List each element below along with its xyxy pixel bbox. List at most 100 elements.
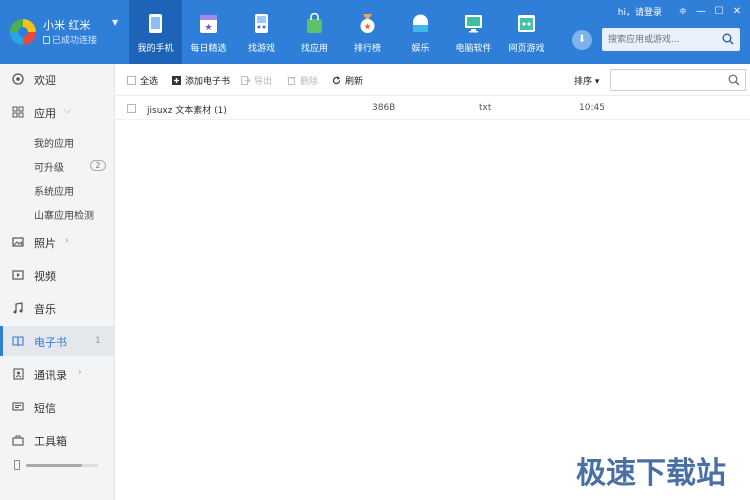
nav-label: 每日精选: [190, 44, 227, 54]
select-all-button[interactable]: 全选: [127, 74, 158, 87]
sidebar-item-label: 通讯录: [34, 369, 67, 382]
main-panel: 全选 添加电子书 导出 删除 刷新 排序 ▾ jisuxz 文本素材 (1) 3…: [114, 64, 750, 500]
export-button[interactable]: 导出: [241, 74, 272, 87]
nav-label: 网页游戏: [508, 44, 545, 54]
ebook-search-box: [610, 69, 746, 91]
device-selector[interactable]: 小米 红米 已成功连接 ▼: [0, 0, 130, 64]
sidebar-item-music[interactable]: 音乐: [0, 293, 114, 323]
app-logo-icon: [10, 19, 36, 45]
sidebar-item-ebooks[interactable]: 电子书 1: [0, 326, 114, 356]
nav-daily-picks[interactable]: ★ 每日精选: [182, 0, 235, 64]
nav-pc-software[interactable]: 电脑软件: [447, 0, 500, 64]
table-row[interactable]: jisuxz 文本素材 (1) 386B txt 10:45: [115, 96, 750, 120]
upgradable-count-badge: 2: [90, 160, 106, 171]
sidebar-item-label: 电子书: [34, 336, 67, 349]
message-icon: [12, 402, 24, 411]
book-icon: [12, 336, 24, 347]
device-dropdown-icon[interactable]: ▼: [112, 18, 118, 27]
storage-indicator: [14, 460, 104, 472]
file-size: 386B: [372, 103, 396, 113]
sidebar-item-videos[interactable]: 视频: [0, 260, 114, 290]
photo-icon: [12, 237, 24, 247]
login-link[interactable]: hi，请登录: [618, 5, 662, 18]
entertainment-icon: [413, 14, 428, 32]
sort-dropdown[interactable]: 排序 ▾: [574, 74, 599, 87]
video-icon: [12, 270, 24, 280]
menu-icon[interactable]: ≑: [674, 6, 692, 17]
refresh-label: 刷新: [345, 77, 364, 87]
sidebar-item-label: 照片: [34, 237, 56, 250]
refresh-button[interactable]: 刷新: [332, 74, 363, 87]
app-bag-icon: [307, 13, 322, 33]
sidebar-item-label: 欢迎: [34, 74, 56, 87]
web-game-icon: [518, 15, 535, 32]
sidebar-subitem-system-apps[interactable]: 系统应用: [34, 183, 74, 198]
chevron-right-icon: ›: [65, 236, 69, 246]
sidebar-subitem-my-apps[interactable]: 我的应用: [34, 135, 74, 150]
select-all-checkbox[interactable]: [127, 76, 136, 85]
medal-icon: ★: [360, 14, 375, 33]
main-nav: 我的手机 ★ 每日精选 找游戏 找应用 ★ 排行榜 娱乐 电脑软件 网页游戏: [129, 0, 553, 64]
maximize-icon[interactable]: ☐: [710, 6, 728, 17]
sidebar-subitem-copycat-check[interactable]: 山寨应用检测: [34, 207, 94, 222]
app-search-box: [602, 28, 740, 51]
storage-bar-fill: [26, 464, 83, 467]
toolbox-icon: [12, 435, 24, 446]
nav-find-apps[interactable]: 找应用: [288, 0, 341, 64]
app-search-input[interactable]: [608, 31, 718, 48]
sidebar-item-label: 音乐: [34, 303, 56, 316]
active-indicator: [0, 326, 3, 356]
sidebar-subitem-upgradable[interactable]: 可升级: [34, 159, 64, 174]
add-ebook-label: 添加电子书: [185, 77, 231, 87]
calendar-star-icon: ★: [200, 15, 217, 33]
file-time: 10:45: [579, 103, 605, 113]
sidebar-item-welcome[interactable]: 欢迎: [0, 64, 114, 94]
sidebar-item-label: 工具箱: [34, 435, 67, 448]
nav-rankings[interactable]: ★ 排行榜: [341, 0, 394, 64]
close-icon[interactable]: ✕: [728, 6, 746, 17]
svg-text:★: ★: [204, 23, 212, 33]
sidebar-item-sms[interactable]: 短信: [0, 392, 114, 422]
search-icon[interactable]: [722, 33, 734, 45]
sidebar-item-label: 短信: [34, 402, 56, 415]
delete-label: 删除: [300, 77, 319, 87]
chevron-down-icon: ⌵: [64, 106, 71, 116]
sidebar-item-toolbox[interactable]: 工具箱: [0, 425, 114, 455]
window-controls: hi，请登录 ≑ — ☐ ✕: [618, 0, 750, 22]
nav-label: 找游戏: [247, 44, 275, 54]
export-icon: [241, 76, 250, 85]
sidebar-item-apps[interactable]: 应用 ⌵: [0, 97, 114, 127]
trash-icon: [287, 77, 296, 85]
storage-bar: [26, 464, 98, 467]
nav-label: 娱乐: [411, 44, 430, 54]
export-label: 导出: [254, 77, 273, 87]
device-name: 小米 红米: [43, 19, 91, 32]
nav-find-games[interactable]: 找游戏: [235, 0, 288, 64]
file-type: txt: [479, 103, 492, 113]
refresh-icon: [332, 76, 341, 85]
nav-web-games[interactable]: 网页游戏: [500, 0, 553, 64]
add-icon: [172, 76, 181, 85]
apps-grid-icon: [12, 106, 24, 118]
search-icon[interactable]: [728, 74, 740, 86]
monitor-icon: [465, 15, 482, 33]
row-checkbox[interactable]: [127, 104, 136, 113]
nav-my-phone[interactable]: 我的手机: [129, 0, 182, 64]
add-ebook-button[interactable]: 添加电子书: [172, 74, 230, 87]
nav-label: 我的手机: [137, 44, 174, 54]
toolbar: 全选 添加电子书 导出 删除 刷新 排序 ▾: [115, 64, 750, 96]
minimize-icon[interactable]: —: [692, 6, 710, 17]
nav-entertainment[interactable]: 娱乐: [394, 0, 447, 64]
welcome-icon: [12, 73, 24, 85]
delete-button[interactable]: 删除: [287, 74, 318, 87]
nav-label: 找应用: [300, 44, 328, 54]
sidebar-item-photos[interactable]: 照片 ›: [0, 227, 114, 257]
phone-storage-icon: [14, 460, 20, 470]
nav-label: 电脑软件: [455, 44, 492, 54]
sidebar: 欢迎 应用 ⌵ 我的应用 可升级 2 系统应用 山寨应用检测 照片 › 视频 音…: [0, 64, 114, 500]
sidebar-item-contacts[interactable]: 通讯录 ›: [0, 359, 114, 389]
gamepad-icon: [255, 14, 268, 33]
ebook-search-input[interactable]: [615, 72, 723, 88]
download-manager-icon[interactable]: ⬇: [572, 30, 592, 50]
site-watermark: 极速下载站: [576, 456, 726, 491]
